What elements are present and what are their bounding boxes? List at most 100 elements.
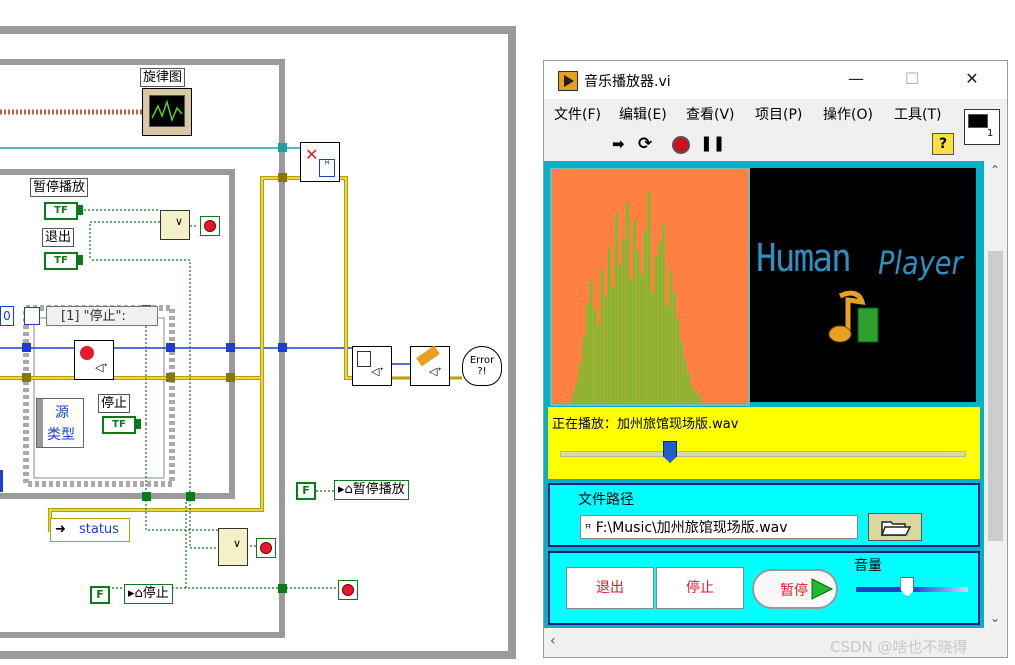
spectrum-bar: [586, 303, 589, 404]
case-selector-icon[interactable]: [24, 307, 40, 325]
waveform-graph-terminal[interactable]: [142, 88, 192, 136]
status-unbundle-node[interactable]: ➜ status: [50, 518, 130, 542]
loop-stop-icon[interactable]: [338, 580, 358, 600]
maximize-button[interactable]: ☐: [900, 69, 924, 89]
spectrum-bar: [673, 292, 676, 404]
or-function-node[interactable]: ∨: [218, 528, 248, 566]
menu-file[interactable]: 文件(F): [554, 104, 601, 124]
exit-terminal-label: 退出: [42, 228, 75, 247]
menu-bar: 文件(F) 编辑(E) 查看(V) 项目(P) 操作(O) 工具(T): [544, 101, 962, 127]
case-selector-label[interactable]: [1] "停止":: [46, 306, 158, 326]
volume-slider-thumb[interactable]: [900, 577, 915, 597]
spectrum-bar: [680, 341, 683, 404]
menu-view[interactable]: 查看(V): [686, 104, 735, 124]
browse-button[interactable]: [868, 513, 922, 541]
run-continuously-icon[interactable]: ⟳: [638, 134, 652, 154]
spectrum-bar: [640, 274, 643, 404]
spectrum-bar: [694, 392, 697, 404]
terminal-output-icon: [136, 419, 141, 429]
seek-slider-track[interactable]: [560, 451, 966, 457]
seek-slider-thumb[interactable]: [663, 441, 678, 463]
front-panel-window: 音乐播放器.vi — ☐ ✕ 文件(F) 编辑(E) 查看(V) 项目(P) 操…: [543, 60, 1008, 658]
file-path-field[interactable]: ꟸ F:\Music\加州旅馆现场版.wav: [580, 515, 858, 539]
loop-stop-icon[interactable]: [200, 216, 220, 236]
menu-operate[interactable]: 操作(O): [823, 104, 873, 124]
spectrum-bar: [611, 287, 614, 404]
close-file-subvi[interactable]: ✕ ꟸ: [300, 142, 340, 182]
scroll-left-icon[interactable]: ‹: [550, 633, 556, 649]
title-bar[interactable]: 音乐播放器.vi — ☐ ✕: [544, 61, 1007, 99]
scroll-down-icon[interactable]: ⌄: [990, 611, 1000, 625]
false-constant[interactable]: F: [90, 586, 110, 604]
spectrum-bar: [691, 386, 694, 404]
scroll-up-icon[interactable]: ⌃: [990, 163, 1000, 177]
volume-label: 音量: [854, 558, 882, 574]
pause-play-terminal[interactable]: TF: [44, 202, 78, 220]
logo-player-text: Player: [878, 244, 963, 282]
spectrum-bar: [608, 247, 611, 404]
spectrum-bar: [590, 280, 593, 404]
logo-human-text: Human: [756, 236, 852, 280]
now-playing-section: 正在播放：加州旅馆现场版.wav: [548, 407, 980, 479]
stop-sound-subvi[interactable]: ◁ᐩ: [74, 340, 114, 380]
diagram-wires: [0, 26, 516, 659]
exit-terminal[interactable]: TF: [44, 252, 78, 270]
simple-error-handler-subvi[interactable]: Error ?!: [462, 346, 502, 386]
music-note-icon: [828, 290, 879, 343]
spectrum-bar: [687, 372, 690, 404]
menu-project[interactable]: 项目(P): [755, 104, 802, 124]
source-field-label: 源: [55, 405, 69, 421]
vertical-scrollbar[interactable]: ⌃ ⌄: [984, 161, 1007, 628]
controls-section: 退出 停止 暂停 音量: [548, 551, 980, 625]
sound-output-clear-subvi[interactable]: ◁ᐩ: [352, 346, 392, 386]
spectrum-bar: [629, 280, 632, 404]
false-constant[interactable]: F: [296, 482, 316, 500]
spectrum-bar: [651, 292, 654, 404]
spectrum-bar: [647, 191, 650, 404]
spectrum-bar: [597, 325, 600, 404]
error-icon: Error ?!: [469, 355, 495, 377]
file-path-label: 文件路径: [578, 492, 634, 508]
front-panel: Human Player 正在播放：加州旅馆现场版.wav 文件路径 ꟸ F:\…: [544, 161, 984, 628]
file-path-value: F:\Music\加州旅馆现场版.wav: [595, 520, 788, 536]
logo-box: Human Player: [750, 168, 976, 402]
sound-output-close-subvi[interactable]: ◁ᐩ: [410, 345, 450, 386]
spectrum-bar: [665, 305, 669, 404]
stop-terminal[interactable]: TF: [102, 416, 136, 434]
or-function-node[interactable]: ∨: [160, 210, 190, 240]
hourglass-icon: [357, 351, 371, 367]
local-arrow-icon: ▸⌂: [338, 482, 353, 497]
spectrum-bar: [683, 359, 687, 404]
arrow-right-icon: ➜: [55, 522, 66, 537]
unbundle-node[interactable]: 源 类型: [36, 398, 84, 448]
pause-icon[interactable]: ❚❚: [700, 134, 725, 152]
pause-button[interactable]: 暂停: [752, 569, 838, 609]
close-x-icon: ✕: [305, 145, 319, 164]
melody-graph-label: 旋律图: [140, 68, 186, 87]
menu-edit[interactable]: 编辑(E): [619, 104, 667, 124]
minimize-button[interactable]: —: [844, 69, 868, 89]
loop-stop-icon[interactable]: [256, 538, 276, 558]
speaker-icon: ◁ᐩ: [95, 361, 108, 374]
spectrum-bar: [618, 265, 622, 404]
close-button[interactable]: ✕: [960, 69, 984, 89]
run-arrow-icon[interactable]: ➡: [612, 135, 625, 153]
vi-run-icon: [558, 71, 578, 91]
or-symbol: ∨: [233, 537, 242, 550]
case-index-constant[interactable]: 0: [0, 306, 14, 326]
spectrum-bar: [637, 251, 640, 404]
scroll-thumb[interactable]: [988, 251, 1003, 541]
now-playing-label: 正在播放：加州旅馆现场版.wav: [552, 417, 739, 432]
help-icon[interactable]: ?: [932, 133, 954, 155]
pause-play-local-variable[interactable]: ▸⌂暂停播放: [334, 480, 409, 500]
vi-connector-icon[interactable]: 1: [964, 109, 1000, 145]
stop-local-variable[interactable]: ▸⌂停止: [124, 584, 173, 604]
menu-tools[interactable]: 工具(T): [894, 104, 941, 124]
exit-button[interactable]: 退出: [566, 567, 654, 609]
spectrum-bar: [572, 392, 575, 404]
abort-icon[interactable]: [672, 136, 690, 154]
spectrum-bar: [622, 238, 625, 404]
path-type-icon: ꟸ: [585, 522, 592, 535]
stop-button[interactable]: 停止: [656, 567, 744, 609]
spectrum-bar: [662, 224, 665, 404]
